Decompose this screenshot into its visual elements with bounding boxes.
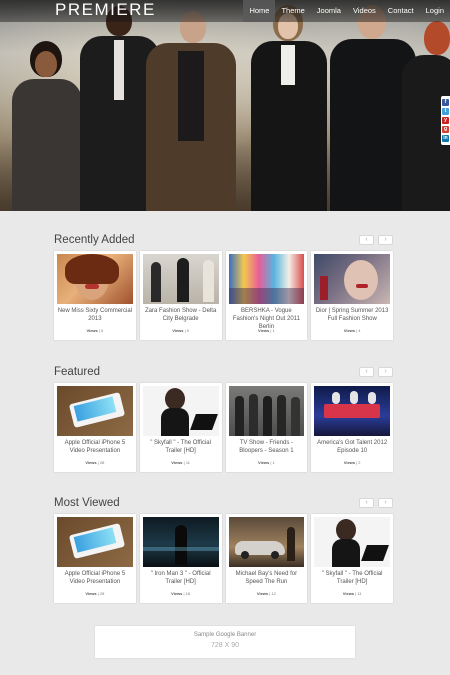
- video-title[interactable]: Apple Official iPhone 5 Video Presentati…: [57, 570, 133, 586]
- twitter-icon[interactable]: t: [442, 108, 449, 115]
- top-navigation-bar: PREMIERE Home Theme Joomla Videos Contac…: [0, 0, 450, 22]
- nav-item-videos[interactable]: Videos: [347, 0, 382, 22]
- hero-person: [8, 41, 86, 211]
- view-count: Views | 4: [343, 328, 361, 333]
- video-thumbnail[interactable]: [314, 517, 390, 567]
- next-arrow-button[interactable]: ›: [378, 235, 393, 245]
- video-card[interactable]: " Skyfall " - The Official Trailer [HD] …: [311, 514, 393, 603]
- next-arrow-button[interactable]: ›: [378, 367, 393, 377]
- video-thumbnail[interactable]: [57, 517, 133, 567]
- video-card[interactable]: Michael Bay's Need for Speed The Run Vie…: [225, 514, 308, 603]
- video-title[interactable]: TV Show - Friends - Bloopers - Season 1: [229, 439, 305, 455]
- video-card[interactable]: Apple Official iPhone 5 Video Presentati…: [54, 514, 136, 603]
- facebook-icon[interactable]: f: [442, 99, 449, 106]
- video-card[interactable]: " Iron Man 3 " - Official Trailer [HD] V…: [139, 514, 222, 603]
- video-thumbnail[interactable]: [228, 254, 305, 304]
- main-nav: Home Theme Joomla Videos Contact Login: [243, 0, 450, 22]
- video-card[interactable]: New Miss Sixty Commercial 2013 Views | 0: [54, 251, 136, 340]
- video-title[interactable]: " Skyfall " - The Official Trailer [HD]: [314, 570, 390, 586]
- video-card[interactable]: BERSHKA - Vogue Fashion's Night Out 2011…: [225, 251, 308, 340]
- next-arrow-button[interactable]: ›: [378, 498, 393, 508]
- prev-arrow-button[interactable]: ‹: [359, 367, 374, 377]
- carousel-controls: ‹ ›: [359, 367, 393, 377]
- view-count: Views | 1: [257, 460, 275, 465]
- section-title: Most Viewed: [54, 497, 120, 509]
- video-thumbnail[interactable]: [57, 254, 133, 304]
- site-logo[interactable]: PREMIERE: [55, 0, 156, 22]
- view-count: Views | 2: [343, 460, 361, 465]
- banner-size: 728 X 90: [210, 642, 240, 649]
- video-title[interactable]: Dior | Spring Summer 2013 Full Fashion S…: [314, 307, 390, 323]
- view-count: Views | 28: [85, 460, 105, 465]
- view-count: Views | 0: [86, 328, 104, 333]
- video-thumbnail[interactable]: [314, 254, 390, 304]
- carousel-controls: ‹ ›: [359, 498, 393, 508]
- video-thumbnail[interactable]: [142, 517, 219, 567]
- view-count: Views | 1: [257, 328, 275, 333]
- video-card[interactable]: America's Got Talent 2012 Episode 10 Vie…: [311, 383, 393, 472]
- nav-item-theme[interactable]: Theme: [275, 0, 310, 22]
- video-thumbnail[interactable]: [228, 386, 305, 436]
- video-card[interactable]: " Skyfall " - The Official Trailer [HD] …: [139, 383, 222, 472]
- video-thumbnail[interactable]: [314, 386, 390, 436]
- video-title[interactable]: New Miss Sixty Commercial 2013: [57, 307, 133, 323]
- view-count: Views | 11: [342, 591, 362, 596]
- view-count: Views | 0: [172, 328, 190, 333]
- video-title[interactable]: " Iron Man 3 " - Official Trailer [HD]: [143, 570, 219, 586]
- video-carousel: Apple Official iPhone 5 Video Presentati…: [54, 514, 393, 603]
- video-card[interactable]: Apple Official iPhone 5 Video Presentati…: [54, 383, 136, 472]
- video-title[interactable]: America's Got Talent 2012 Episode 10: [314, 439, 390, 455]
- prev-arrow-button[interactable]: ‹: [359, 498, 374, 508]
- hero-banner: PREMIERE Home Theme Joomla Videos Contac…: [0, 0, 450, 211]
- hero-person: [245, 5, 333, 211]
- nav-item-login[interactable]: Login: [420, 0, 450, 22]
- nav-item-contact[interactable]: Contact: [382, 0, 420, 22]
- video-card[interactable]: Zara Fashion Show - Delta City Belgrade …: [139, 251, 222, 340]
- section-title: Featured: [54, 366, 101, 378]
- nav-item-home[interactable]: Home: [243, 0, 276, 22]
- video-card[interactable]: Dior | Spring Summer 2013 Full Fashion S…: [311, 251, 393, 340]
- linkedin-icon[interactable]: in: [442, 135, 449, 142]
- prev-arrow-button[interactable]: ‹: [359, 235, 374, 245]
- google-icon[interactable]: g: [442, 126, 449, 133]
- carousel-controls: ‹ ›: [359, 235, 393, 245]
- social-share-bar: f t y g in: [441, 96, 450, 145]
- nav-item-joomla[interactable]: Joomla: [311, 0, 347, 22]
- video-carousel: Apple Official iPhone 5 Video Presentati…: [54, 383, 393, 472]
- video-thumbnail[interactable]: [142, 254, 219, 304]
- view-count: Views | 16: [171, 591, 191, 596]
- video-title[interactable]: Apple Official iPhone 5 Video Presentati…: [57, 439, 133, 455]
- video-thumbnail[interactable]: [228, 517, 305, 567]
- view-count: Views | 28: [85, 591, 105, 596]
- ad-banner[interactable]: Sample Google Banner 728 X 90: [95, 626, 355, 658]
- section-title: Recently Added: [54, 234, 135, 246]
- video-title[interactable]: Michael Bay's Need for Speed The Run: [229, 570, 305, 586]
- view-count: Views | 11: [171, 460, 190, 465]
- youtube-icon[interactable]: y: [442, 117, 449, 124]
- hero-person: [142, 11, 240, 211]
- video-thumbnail[interactable]: [142, 386, 219, 436]
- video-title[interactable]: " Skyfall " - The Official Trailer [HD]: [143, 439, 219, 455]
- video-title[interactable]: Zara Fashion Show - Delta City Belgrade: [143, 307, 219, 323]
- video-carousel: New Miss Sixty Commercial 2013 Views | 0…: [54, 251, 393, 340]
- view-count: Views | 12: [256, 591, 276, 596]
- video-thumbnail[interactable]: [57, 386, 133, 436]
- video-card[interactable]: TV Show - Friends - Bloopers - Season 1 …: [225, 383, 308, 472]
- banner-label: Sample Google Banner: [193, 632, 257, 638]
